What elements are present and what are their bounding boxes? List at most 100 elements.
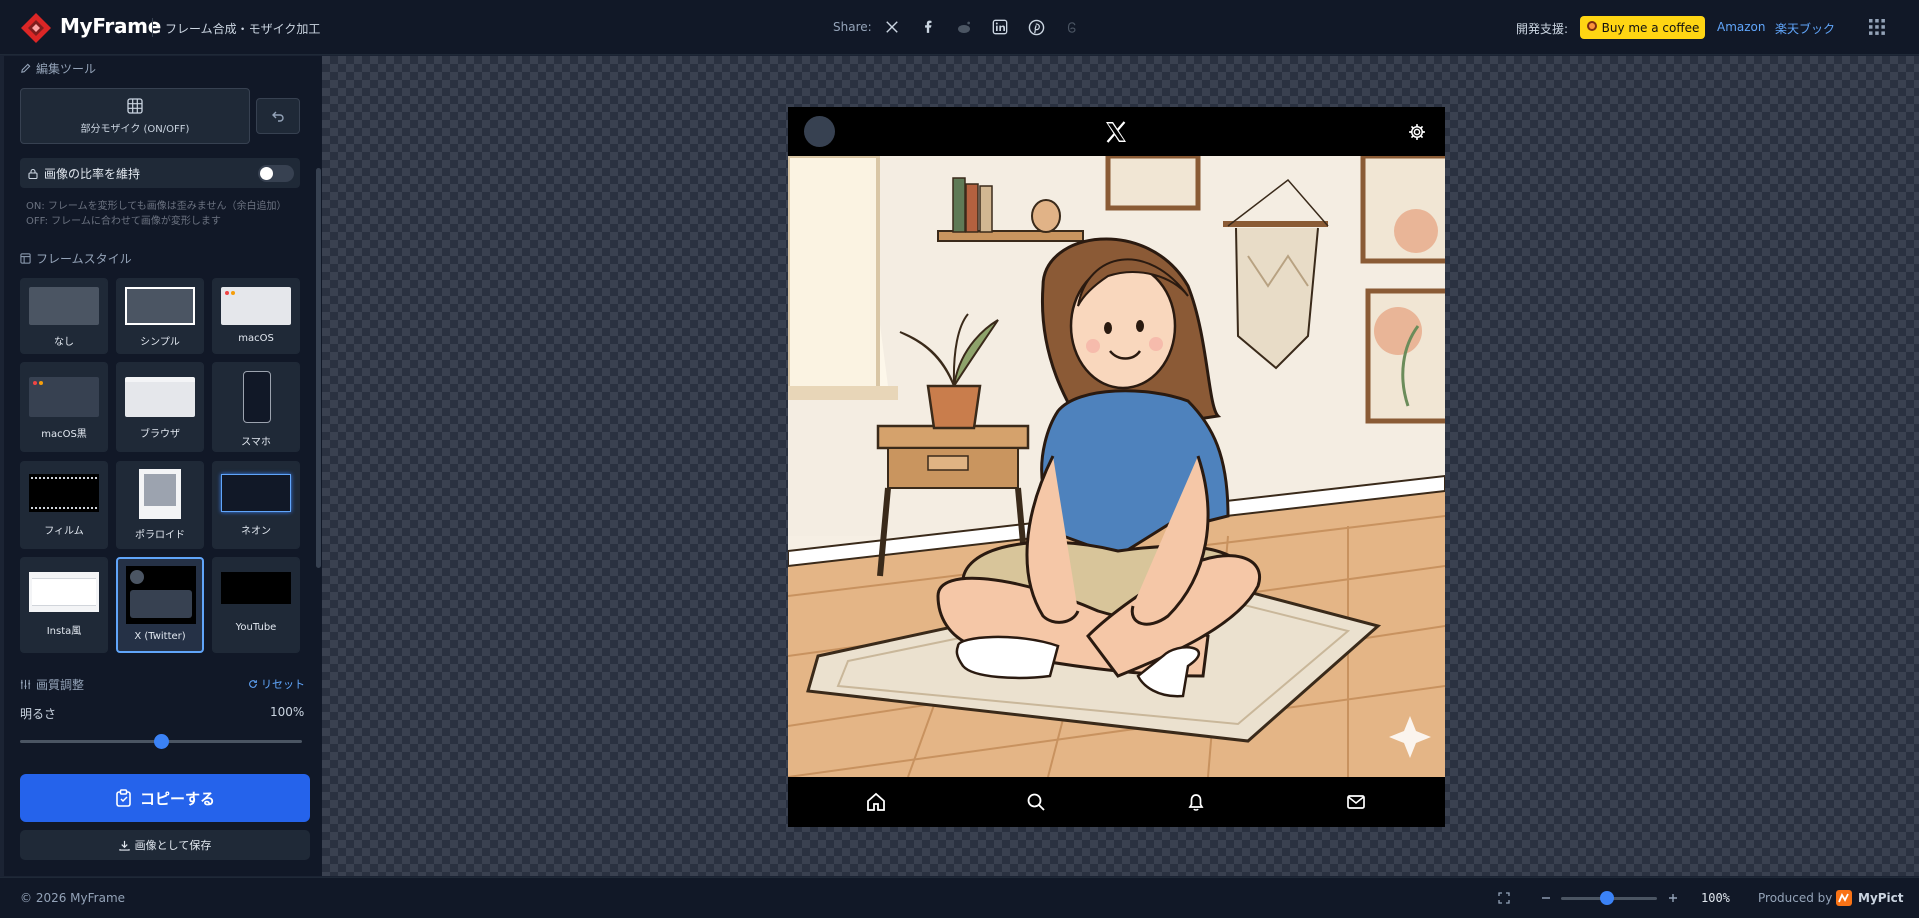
apps-grid-icon[interactable] [1868,18,1886,36]
sidebar-scrollbar[interactable] [316,168,321,568]
x-twitter-frame-preview[interactable] [788,107,1445,827]
frame-label: なし [54,337,74,348]
frame-thumbnail [125,377,195,417]
frame-thumbnail [139,469,181,519]
frame-option-film[interactable]: フィルム [20,461,108,549]
frame-style-title: フレームスタイル [20,250,132,267]
zoom-out-icon[interactable] [1540,892,1552,904]
pinterest-share-icon[interactable] [1026,17,1046,37]
brightness-slider-thumb[interactable] [153,734,169,749]
frame-thumbnail [29,287,99,325]
myframe-logo-icon[interactable] [20,12,52,44]
hint-on: ON: フレームを変形しても画像は歪みません（余白追加） [26,201,287,212]
edit-tools-title: 編集ツール [20,60,96,77]
copyright: © 2026 MyFrame [20,891,126,905]
frame-option-neon[interactable]: ネオン [212,461,300,549]
keep-ratio-row[interactable]: 画像の比率を維持 [20,158,300,188]
divider [152,18,153,37]
quality-title: 画質調整 [20,676,84,693]
fit-to-screen-icon[interactable] [1498,892,1510,904]
frame-label: シンプル [140,337,180,348]
x-frame-header [788,107,1445,156]
frame-thumbnail [126,566,196,624]
frame-label: ブラウザ [140,429,180,440]
x-frame-bottom-nav [788,777,1445,827]
sliders-icon [20,679,31,690]
threads-share-icon[interactable] [1062,17,1082,37]
share-label: Share: [833,20,872,34]
buy-me-a-coffee-button[interactable]: Buy me a coffee [1580,16,1705,39]
top-bar: MyFrame フレーム合成・モザイク加工 Share: 開発支援: Buy m… [0,0,1919,55]
download-icon [118,840,130,851]
x-logo-icon [1106,121,1126,143]
copy-button-label: コピーする [139,789,215,808]
frame-thumbnail [243,371,271,423]
frame-label: Insta風 [46,626,82,637]
mosaic-button-label: 部分モザイク (ON/OFF) [80,123,190,135]
sidebar: 編集ツール 部分モザイク (ON/OFF) 画像の比率を維持 ON: フレームを… [4,56,322,876]
undo-button[interactable] [256,98,300,134]
frame-label: X (Twitter) [134,631,186,642]
brand-name[interactable]: MyFrame [60,14,161,38]
frame-option-macos[interactable]: macOS [212,278,300,354]
facebook-share-icon[interactable] [918,17,938,37]
save-button-label: 画像として保存 [134,839,212,852]
frame-option-simple[interactable]: シンプル [116,278,204,354]
keep-ratio-toggle[interactable] [258,165,294,182]
refresh-icon [249,680,257,688]
produced-by-label: Produced by [1758,891,1833,905]
reset-button[interactable]: リセット [248,676,305,692]
grid-icon [127,97,143,114]
frame-option-polaroid[interactable]: ポラロイド [116,461,204,549]
frame-label: macOS黒 [41,429,87,440]
frame-option-youtube[interactable]: YouTube [212,557,300,653]
rakuten-books-link[interactable]: 楽天ブック [1775,20,1835,37]
undo-icon [272,111,284,122]
frame-option-smartphone[interactable]: スマホ [212,362,300,452]
frame-option-none[interactable]: なし [20,278,108,354]
zoom-value: 100% [1701,891,1730,905]
zoom-in-icon[interactable] [1667,892,1679,904]
illustration-image [788,156,1445,777]
frame-option-macos-dark[interactable]: macOS黒 [20,362,108,452]
support-label: 開発支援: [1516,22,1569,36]
settings-gear-icon [1409,124,1425,140]
frame-option-browser[interactable]: ブラウザ [116,362,204,452]
save-as-image-button[interactable]: 画像として保存 [20,830,310,860]
hint-off: OFF: フレームに合わせて画像が変形します [26,216,221,227]
toggle-knob [260,167,273,180]
home-icon [867,792,885,811]
frame-label: macOS [238,333,274,344]
copy-button[interactable]: コピーする [20,774,310,822]
producer-name[interactable]: MyPict [1858,891,1904,905]
notification-bell-icon [1188,794,1204,811]
avatar [804,116,835,147]
coffee-cup-icon [1586,20,1598,35]
search-icon [1027,793,1045,811]
frame-label: ネオン [241,526,271,537]
frame-thumbnail [29,474,99,512]
pencil-icon [21,63,31,73]
frame-label: YouTube [235,622,277,633]
zoom-slider-thumb[interactable] [1600,891,1614,905]
layout-icon [20,253,31,264]
frame-option-x-twitter[interactable]: X (Twitter) [116,557,204,653]
partial-mosaic-toggle-button[interactable]: 部分モザイク (ON/OFF) [20,88,250,144]
keep-ratio-label: 画像の比率を維持 [44,166,141,181]
frame-thumbnail [221,287,291,325]
frame-style-label: フレームスタイル [36,252,132,266]
mypict-logo-icon[interactable] [1836,890,1852,906]
frame-thumbnail [221,572,291,604]
linkedin-share-icon[interactable] [990,17,1010,37]
frame-thumbnail [221,474,291,512]
x-share-icon[interactable] [882,17,902,37]
reddit-share-icon[interactable] [954,17,974,37]
brightness-label: 明るさ [20,707,57,721]
frame-label: ポラロイド [135,530,185,541]
frame-label: フィルム [44,526,84,537]
frame-option-insta[interactable]: Insta風 [20,557,108,653]
frame-label: スマホ [241,437,271,448]
frame-thumbnail [125,287,195,325]
mail-icon [1347,795,1365,809]
amazon-link[interactable]: Amazon [1717,20,1766,34]
